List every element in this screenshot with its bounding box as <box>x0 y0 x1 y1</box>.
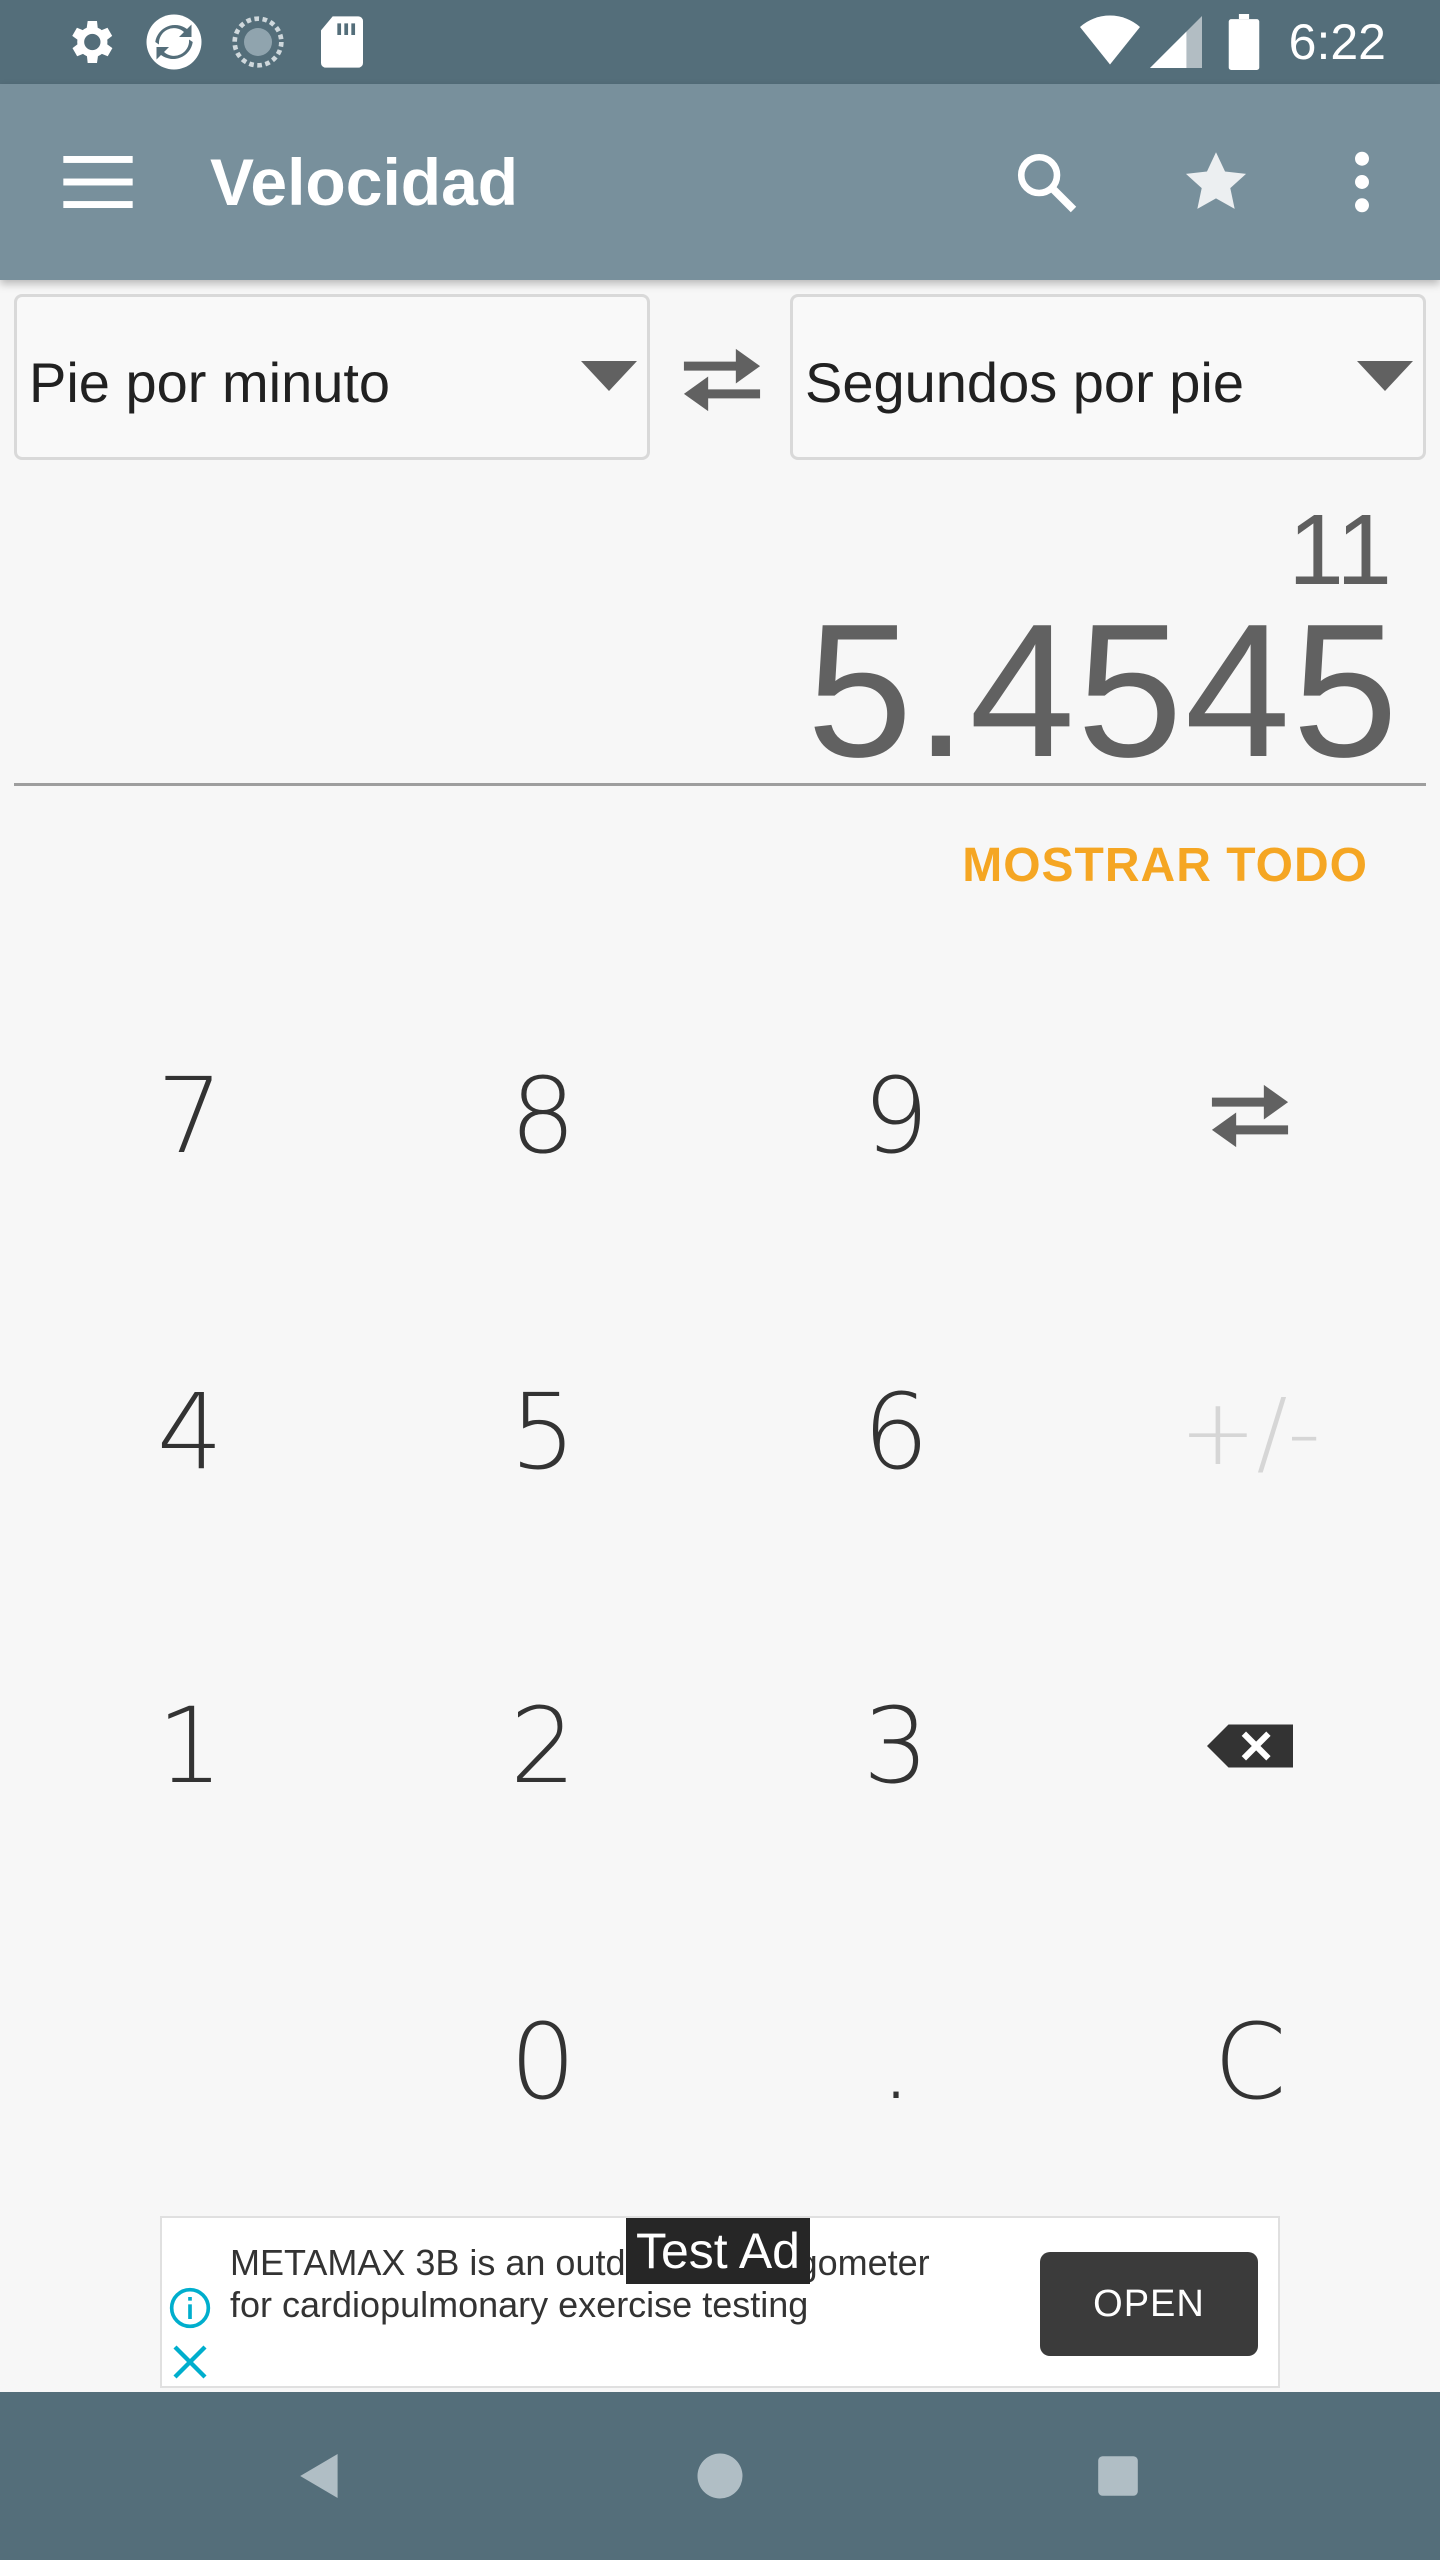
chevron-down-icon <box>581 361 637 391</box>
close-icon[interactable] <box>170 2342 210 2382</box>
chevron-down-icon <box>1357 361 1413 391</box>
key-8[interactable]: 8 <box>393 1016 693 1216</box>
ad-banner[interactable]: METAMAX 3B is an outdoor spiroergometer … <box>160 2216 1280 2388</box>
key-7[interactable]: 7 <box>40 1016 340 1216</box>
key-5[interactable]: 5 <box>393 1332 693 1532</box>
key-6[interactable]: 6 <box>746 1332 1046 1532</box>
clear-key[interactable]: C <box>1100 1962 1400 2162</box>
plus-minus-key[interactable]: +/- <box>1100 1332 1400 1532</box>
to-unit-dropdown[interactable]: Segundos por pie <box>790 294 1426 460</box>
to-unit-label: Segundos por pie <box>805 351 1245 414</box>
open-button[interactable]: OPEN <box>1040 2252 1258 2356</box>
divider <box>14 783 1426 786</box>
key-9[interactable]: 9 <box>746 1016 1046 1216</box>
clock: 6:22 <box>1288 14 1386 70</box>
key-1[interactable]: 1 <box>40 1646 340 1846</box>
signal-icon <box>1146 12 1206 72</box>
back-icon[interactable] <box>270 2426 370 2526</box>
key-3[interactable]: 3 <box>746 1646 1046 1846</box>
recents-icon[interactable] <box>1068 2426 1168 2526</box>
home-icon[interactable] <box>670 2426 770 2526</box>
star-icon[interactable] <box>1166 132 1266 232</box>
app-bar: Velocidad <box>0 84 1440 280</box>
swap-key[interactable] <box>1100 1016 1400 1216</box>
result-value: 5.4545 <box>806 585 1400 797</box>
decimal-key[interactable]: . <box>746 1962 1046 2162</box>
menu-icon[interactable] <box>48 132 148 232</box>
swap-arrows-icon <box>683 348 761 412</box>
info-icon[interactable] <box>168 2286 212 2330</box>
search-icon[interactable] <box>996 132 1096 232</box>
backspace-icon <box>1207 1724 1293 1768</box>
settings-icon <box>60 12 120 72</box>
key-2[interactable]: 2 <box>393 1646 693 1846</box>
key-4[interactable]: 4 <box>40 1332 340 1532</box>
backspace-key[interactable] <box>1100 1646 1400 1846</box>
sd-card-icon <box>312 12 372 72</box>
ad-text: METAMAX 3B is an outdoor spiroergometer … <box>230 2242 930 2325</box>
wifi-icon <box>1080 12 1140 72</box>
from-unit-dropdown[interactable]: Pie por minuto <box>14 294 650 460</box>
sync-app-icon <box>144 12 204 72</box>
key-0[interactable]: 0 <box>393 1962 693 2162</box>
battery-icon <box>1214 12 1274 72</box>
navigation-bar <box>0 2392 1440 2560</box>
test-ad-badge: Test Ad <box>626 2218 810 2284</box>
show-all-button[interactable]: MOSTRAR TODO <box>962 838 1368 894</box>
loading-app-icon <box>228 12 288 72</box>
status-bar: 6:22 <box>0 0 1440 84</box>
from-unit-label: Pie por minuto <box>29 351 391 414</box>
swap-arrows-icon <box>1211 1084 1289 1148</box>
more-vert-icon[interactable] <box>1312 132 1412 232</box>
page-title: Velocidad <box>210 145 519 219</box>
swap-units-button[interactable] <box>672 330 772 430</box>
